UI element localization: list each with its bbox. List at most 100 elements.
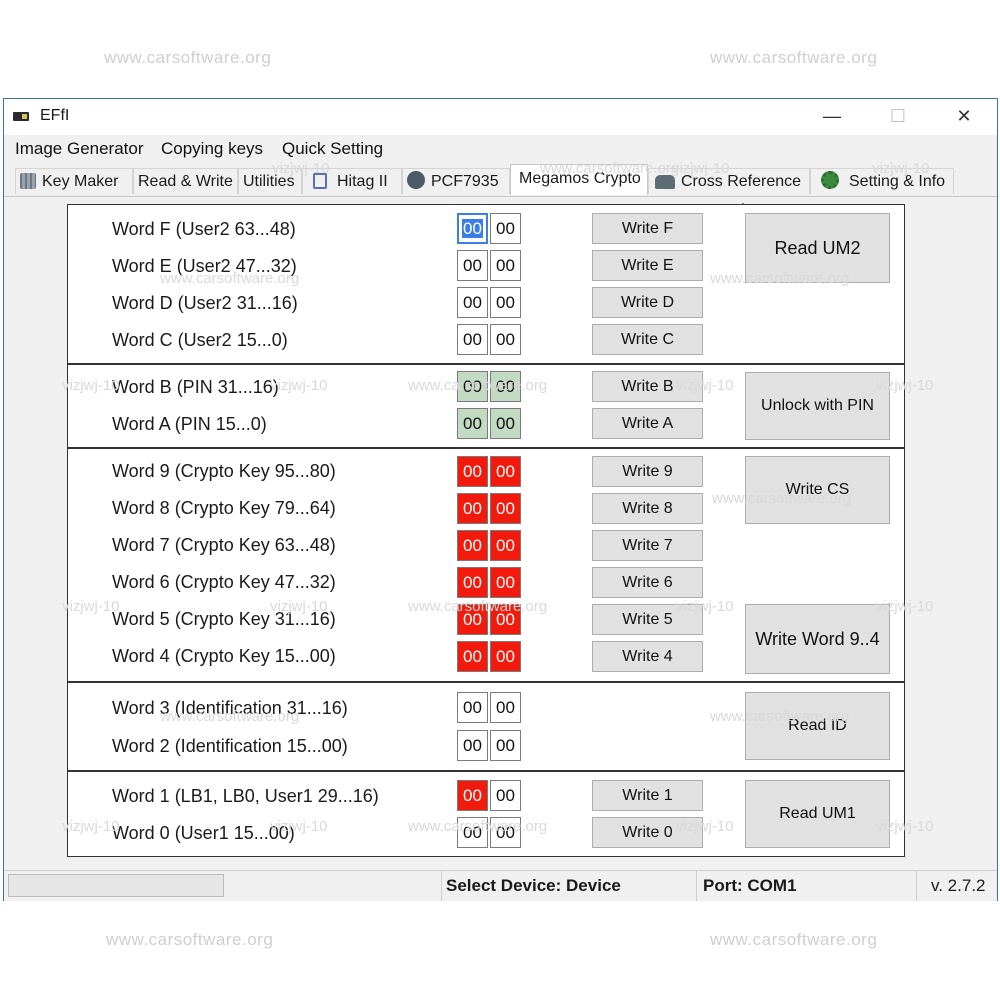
tab-read-write[interactable]: Read & Write [133,168,238,194]
tab-utilities[interactable]: Utilities [238,168,302,194]
status-port: Port: COM1 [696,871,797,901]
word-byte-high[interactable]: 00 [457,493,488,524]
progress-bar [8,874,224,897]
word-byte-low[interactable]: 00 [490,817,521,848]
port-label: Port: [703,876,743,895]
device-value: Device [566,876,621,895]
tab-label: Read & Write [138,173,233,190]
word-byte-high[interactable]: 00 [457,730,488,761]
word-byte-low[interactable]: 00 [490,408,521,439]
tab-megamos-crypto[interactable]: Megamos Crypto [510,164,648,195]
word-byte-high[interactable]: 00 [457,213,488,244]
write-f-button[interactable]: Write F [592,213,703,244]
word-label: Word 8 (Crypto Key 79...64) [112,498,336,518]
word-byte-low[interactable]: 00 [490,493,521,524]
word-byte-low[interactable]: 00 [490,250,521,281]
status-bar: Select Device: Device Port: COM1 v. 2.7.… [4,870,997,901]
menu-copying-keys[interactable]: Copying keys [161,139,263,159]
menu-bar: Image Generator Copying keys Quick Setti… [4,135,997,162]
tab-label: PCF7935 [431,173,499,190]
word-byte-high[interactable]: 00 [457,287,488,318]
word-byte-low[interactable]: 00 [490,213,521,244]
tab-cross-reference[interactable]: Cross Reference [648,168,810,194]
version-label: v. 2.7.2 [916,871,986,901]
unlock-with-pin-button[interactable]: Unlock with PIN [745,372,890,440]
word-label: Word F (User2 63...48) [112,219,296,239]
word-byte-high[interactable]: 00 [457,780,488,811]
menu-image-generator[interactable]: Image Generator [15,139,144,159]
write-7-button[interactable]: Write 7 [592,530,703,561]
word-byte-low[interactable]: 00 [490,604,521,635]
word-byte-low[interactable]: 00 [490,324,521,355]
word-label: Word 7 (Crypto Key 63...48) [112,535,336,555]
device-label: Select Device: [446,876,562,895]
word-byte-low[interactable]: 00 [490,371,521,402]
write-5-button[interactable]: Write 5 [592,604,703,635]
write-6-button[interactable]: Write 6 [592,567,703,598]
maximize-button[interactable]: ☐ [865,99,931,135]
word-label: Word 0 (User1 15...00) [112,823,295,843]
word-byte-low[interactable]: 00 [490,567,521,598]
word-byte-low[interactable]: 00 [490,287,521,318]
write-1-button[interactable]: Write 1 [592,780,703,811]
app-icon [13,112,29,121]
write-b-button[interactable]: Write B [592,371,703,402]
word-byte-low[interactable]: 00 [490,730,521,761]
word-label: Word 5 (Crypto Key 31...16) [112,609,336,629]
write-cs-button[interactable]: Write CS [745,456,890,524]
tab-setting-info[interactable]: Setting & Info [810,168,954,194]
word-byte-low[interactable]: 00 [490,692,521,723]
word-label: Word 2 (Identification 15...00) [112,736,348,756]
read-id-button[interactable]: Read ID [745,692,890,760]
word-label: Word D (User2 31...16) [112,293,298,313]
write-a-button[interactable]: Write A [592,408,703,439]
word-label: Word A (PIN 15...0) [112,414,267,434]
title-bar[interactable]: EFfI — ☐ ✕ [4,99,997,135]
write-4-button[interactable]: Write 4 [592,641,703,672]
write-c-button[interactable]: Write C [592,324,703,355]
tab-pcf7935[interactable]: PCF7935 [402,168,510,194]
word-byte-high[interactable]: 00 [457,408,488,439]
write-e-button[interactable]: Write E [592,250,703,281]
tab-label: Megamos Crypto [519,170,641,187]
read-um2-button[interactable]: Read UM2 [745,213,890,283]
word-byte-high[interactable]: 00 [457,250,488,281]
write-word-9-4-button[interactable]: Write Word 9..4 [745,604,890,674]
read-um1-button[interactable]: Read UM1 [745,780,890,848]
word-label: Word 4 (Crypto Key 15...00) [112,646,336,666]
tab-label: Utilities [243,173,295,190]
word-label: Word 3 (Identification 31...16) [112,698,348,718]
word-label: Word C (User2 15...0) [112,330,288,350]
word-byte-low[interactable]: 00 [490,456,521,487]
word-label: Word E (User2 47...32) [112,256,297,276]
word-byte-high[interactable]: 00 [457,456,488,487]
write-9-button[interactable]: Write 9 [592,456,703,487]
status-device: Select Device: Device [441,871,621,901]
write-8-button[interactable]: Write 8 [592,493,703,524]
word-byte-high[interactable]: 00 [457,530,488,561]
word-byte-low[interactable]: 00 [490,780,521,811]
tab-hitag-ii[interactable]: Hitag II [302,168,402,194]
tab-key-maker[interactable]: Key Maker [15,168,133,194]
watermark-text: www.carsoftware.org [710,48,878,67]
word-byte-low[interactable]: 00 [490,641,521,672]
word-byte-high[interactable]: 00 [457,692,488,723]
section-divider [67,770,905,772]
word-byte-high[interactable]: 00 [457,371,488,402]
word-byte-high[interactable]: 00 [457,604,488,635]
port-value: COM1 [747,876,797,895]
watermark-text: www.carsoftware.org [710,930,878,949]
word-byte-high[interactable]: 00 [457,324,488,355]
word-byte-low[interactable]: 00 [490,530,521,561]
write-d-button[interactable]: Write D [592,287,703,318]
watermark-text: www.carsoftware.org [106,930,274,949]
window-title: EFfI [40,107,70,124]
word-byte-high[interactable]: 00 [457,641,488,672]
word-byte-high[interactable]: 00 [457,567,488,598]
close-button[interactable]: ✕ [931,99,997,135]
write-0-button[interactable]: Write 0 [592,817,703,848]
word-byte-high[interactable]: 00 [457,817,488,848]
menu-quick-setting[interactable]: Quick Setting [282,139,383,159]
tab-label: Hitag II [337,173,388,190]
minimize-button[interactable]: — [799,99,865,135]
